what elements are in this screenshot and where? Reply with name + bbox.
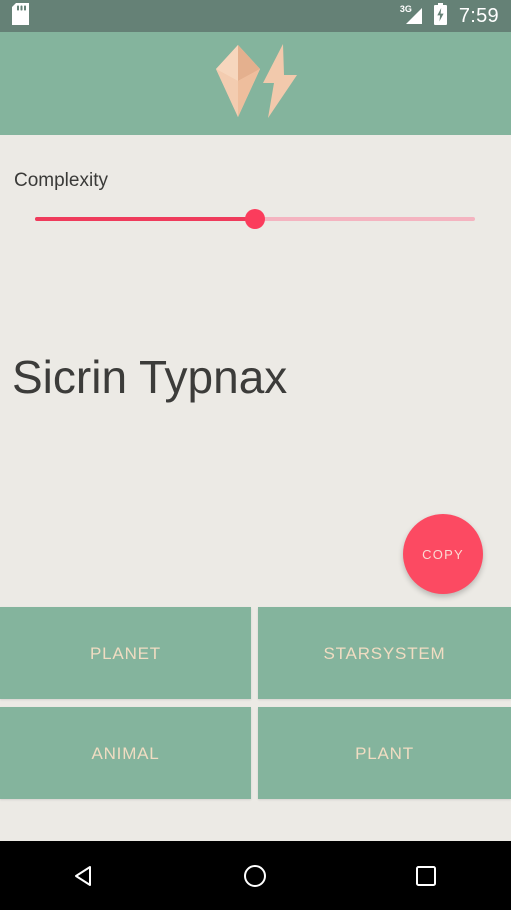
- app-header: [0, 32, 511, 135]
- battery-charging-icon: [433, 2, 448, 30]
- home-circle-icon[interactable]: [219, 841, 291, 910]
- gem-lightning-logo-icon: [211, 43, 301, 124]
- slider-track-fill: [35, 217, 255, 221]
- category-button-label: STARSYSTEM: [323, 643, 446, 663]
- app-screen: 3G 7:59 Complexity Sicrin Typnax COPY PL…: [0, 0, 511, 910]
- copy-button-label: COPY: [422, 546, 464, 562]
- android-navigation-bar: [0, 841, 511, 910]
- status-bar-left: [12, 2, 29, 30]
- category-button-planet[interactable]: PLANET: [0, 607, 251, 699]
- complexity-label: Complexity: [14, 170, 108, 191]
- category-button-starsystem[interactable]: STARSYSTEM: [258, 607, 511, 699]
- category-button-label: ANIMAL: [91, 743, 160, 763]
- category-button-label: PLANET: [90, 643, 161, 663]
- status-bar-clock: 7:59: [458, 5, 499, 27]
- sd-card-icon: [12, 2, 29, 30]
- recents-square-icon[interactable]: [390, 841, 462, 910]
- generated-name-text: Sicrin Typnax: [12, 351, 288, 403]
- status-bar-right: 3G 7:59: [400, 2, 499, 30]
- slider-thumb[interactable]: [245, 209, 265, 229]
- category-button-grid: PLANET STARSYSTEM ANIMAL PLANT: [0, 607, 511, 801]
- status-bar: 3G 7:59: [0, 0, 511, 32]
- complexity-slider[interactable]: [35, 207, 475, 231]
- signal-bars-icon: 3G: [400, 5, 424, 26]
- copy-button[interactable]: COPY: [403, 514, 483, 594]
- category-button-animal[interactable]: ANIMAL: [0, 707, 251, 799]
- category-button-plant[interactable]: PLANT: [258, 707, 511, 799]
- category-button-label: PLANT: [355, 743, 414, 763]
- back-triangle-icon[interactable]: [49, 841, 121, 910]
